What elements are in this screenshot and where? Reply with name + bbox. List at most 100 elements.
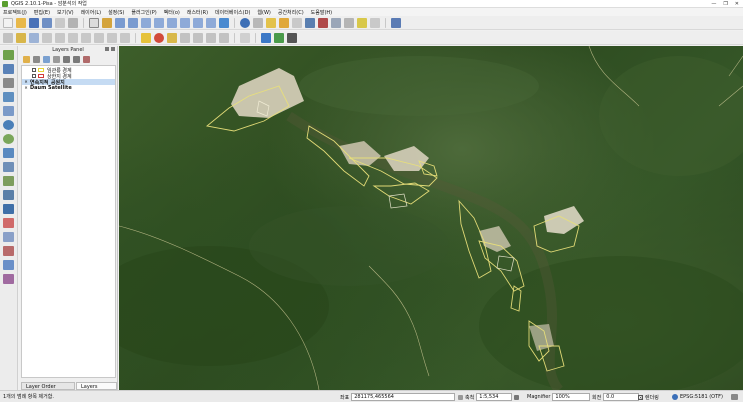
deselect-all-icon[interactable]	[292, 17, 302, 28]
save-as-icon[interactable]	[42, 17, 52, 28]
cut-features-icon[interactable]	[94, 32, 104, 43]
select-by-expression-icon[interactable]	[279, 17, 289, 28]
pan-to-selection-icon[interactable]	[102, 17, 112, 28]
add-virtual-layer-icon[interactable]	[3, 204, 14, 214]
collapse-all-icon[interactable]	[73, 55, 80, 63]
zoom-full-icon[interactable]	[154, 17, 164, 28]
menu-settings[interactable]: 설정(S)	[108, 9, 124, 16]
add-wms-layer-icon[interactable]	[3, 120, 14, 130]
menu-project[interactable]: 프로젝트(J)	[3, 9, 27, 16]
new-print-composer-icon[interactable]	[55, 17, 65, 28]
add-oracle-layer-icon[interactable]	[3, 232, 14, 242]
attribute-table-icon[interactable]	[305, 17, 315, 28]
field-calculator-icon[interactable]	[318, 17, 328, 28]
zoom-to-selection-icon[interactable]	[167, 17, 177, 28]
save-layer-edits-icon[interactable]	[29, 32, 39, 43]
save-project-icon[interactable]	[29, 17, 39, 28]
add-wcs-layer-icon[interactable]	[3, 134, 14, 144]
add-spatialite-layer-icon[interactable]	[3, 92, 14, 102]
add-feature-icon[interactable]	[42, 32, 52, 43]
new-spatialite-layer-icon[interactable]	[3, 190, 14, 200]
layer-visibility-checkbox[interactable]	[32, 68, 36, 72]
pin-labels-icon[interactable]	[167, 32, 177, 43]
refresh-icon[interactable]	[219, 17, 229, 28]
text-annotation-icon[interactable]	[370, 17, 380, 28]
open-project-icon[interactable]	[16, 17, 26, 28]
python-plugin-icon[interactable]	[261, 32, 271, 43]
binoculars-icon[interactable]	[287, 32, 297, 43]
magnifier-field[interactable]: 100%	[552, 393, 591, 401]
add-mssql-layer-icon[interactable]	[3, 106, 14, 116]
label-icon[interactable]	[141, 32, 151, 43]
menu-help[interactable]: 도움말(H)	[311, 9, 332, 16]
zoom-to-layer-icon[interactable]	[180, 17, 190, 28]
tab-layer-order-panel[interactable]: Layer Order Panel	[21, 382, 75, 396]
python-console-icon[interactable]	[391, 17, 401, 28]
show-hide-labels-icon[interactable]	[180, 32, 190, 43]
messages-icon[interactable]	[731, 394, 738, 400]
layer-visibility-checkbox[interactable]: ✕	[24, 80, 28, 84]
new-shapefile-layer-icon[interactable]	[3, 176, 14, 186]
map-canvas[interactable]	[119, 46, 743, 390]
filter-legend-icon[interactable]	[43, 55, 50, 63]
add-delimited-text-icon[interactable]	[3, 162, 14, 172]
run-feature-action-icon[interactable]	[253, 17, 263, 28]
move-label-icon[interactable]	[193, 32, 203, 43]
statistical-summary-icon[interactable]	[331, 17, 341, 28]
minimize-button[interactable]: —	[711, 1, 716, 7]
new-project-icon[interactable]	[3, 17, 13, 28]
manage-visibility-icon[interactable]	[33, 55, 40, 63]
crs-label[interactable]: EPSG:5181 (OTF)	[680, 394, 723, 400]
move-feature-icon[interactable]	[55, 32, 65, 43]
paste-features-icon[interactable]	[120, 32, 130, 43]
menu-database[interactable]: 데이터베이스(D)	[215, 9, 250, 16]
add-group-icon[interactable]	[23, 55, 30, 63]
add-wfs-layer-icon[interactable]	[3, 148, 14, 158]
globe-icon[interactable]	[672, 394, 678, 400]
node-tool-icon[interactable]	[68, 32, 78, 43]
menu-processing[interactable]: 공간처리(C)	[278, 9, 304, 16]
lock-scale-icon[interactable]	[514, 394, 520, 400]
tab-layers-panel[interactable]: Layers Panel	[75, 382, 117, 396]
pan-map-icon[interactable]	[89, 17, 99, 28]
rotation-field[interactable]: 0.0	[603, 393, 640, 401]
copy-features-icon[interactable]	[107, 32, 117, 43]
remove-layer-icon[interactable]	[3, 246, 14, 256]
zoom-next-icon[interactable]	[206, 17, 216, 28]
delete-selected-icon[interactable]	[81, 32, 91, 43]
render-checkbox[interactable]: ✕	[638, 395, 643, 400]
georeferencer-icon[interactable]	[240, 32, 250, 43]
toggle-editing-icon[interactable]	[16, 32, 26, 43]
close-panel-icon[interactable]	[111, 47, 115, 51]
add-raster-layer-icon[interactable]	[3, 64, 14, 74]
layer-visibility-checkbox[interactable]: ✕	[24, 86, 28, 90]
coordinate-field[interactable]: 281175,465564	[351, 393, 456, 401]
add-postgis-layer-icon[interactable]	[3, 78, 14, 88]
measure-line-icon[interactable]	[344, 17, 354, 28]
maximize-button[interactable]: ❐	[723, 1, 727, 7]
menu-web[interactable]: 웹(W)	[257, 9, 270, 16]
rotate-label-icon[interactable]	[206, 32, 216, 43]
filter-by-expression-icon[interactable]	[53, 55, 60, 63]
composer-manager-icon[interactable]	[68, 17, 78, 28]
diagram-icon[interactable]	[154, 32, 164, 43]
identify-features-icon[interactable]	[240, 17, 250, 28]
gps-tools-icon[interactable]	[3, 218, 14, 228]
zoom-out-icon[interactable]	[128, 17, 138, 28]
add-grass-layer-icon[interactable]	[3, 274, 14, 284]
current-edits-icon[interactable]	[3, 32, 13, 43]
map-tips-icon[interactable]	[357, 17, 367, 28]
float-panel-icon[interactable]	[105, 47, 109, 51]
remove-layer-icon[interactable]	[83, 55, 90, 63]
select-features-icon[interactable]	[266, 17, 276, 28]
layer-item[interactable]: ✕ Daum Satellite	[22, 85, 115, 91]
change-label-icon[interactable]	[219, 32, 229, 43]
scale-field[interactable]: 1:5,534	[476, 393, 513, 401]
layer-visibility-checkbox[interactable]	[32, 74, 36, 78]
openlayers-plugin-icon[interactable]	[274, 32, 284, 43]
menu-layer[interactable]: 레이어(L)	[81, 9, 102, 16]
zoom-actual-size-icon[interactable]	[141, 17, 151, 28]
menu-vector[interactable]: 벡터(o)	[164, 9, 180, 16]
menu-edit[interactable]: 편집(E)	[34, 9, 50, 16]
zoom-last-icon[interactable]	[193, 17, 203, 28]
